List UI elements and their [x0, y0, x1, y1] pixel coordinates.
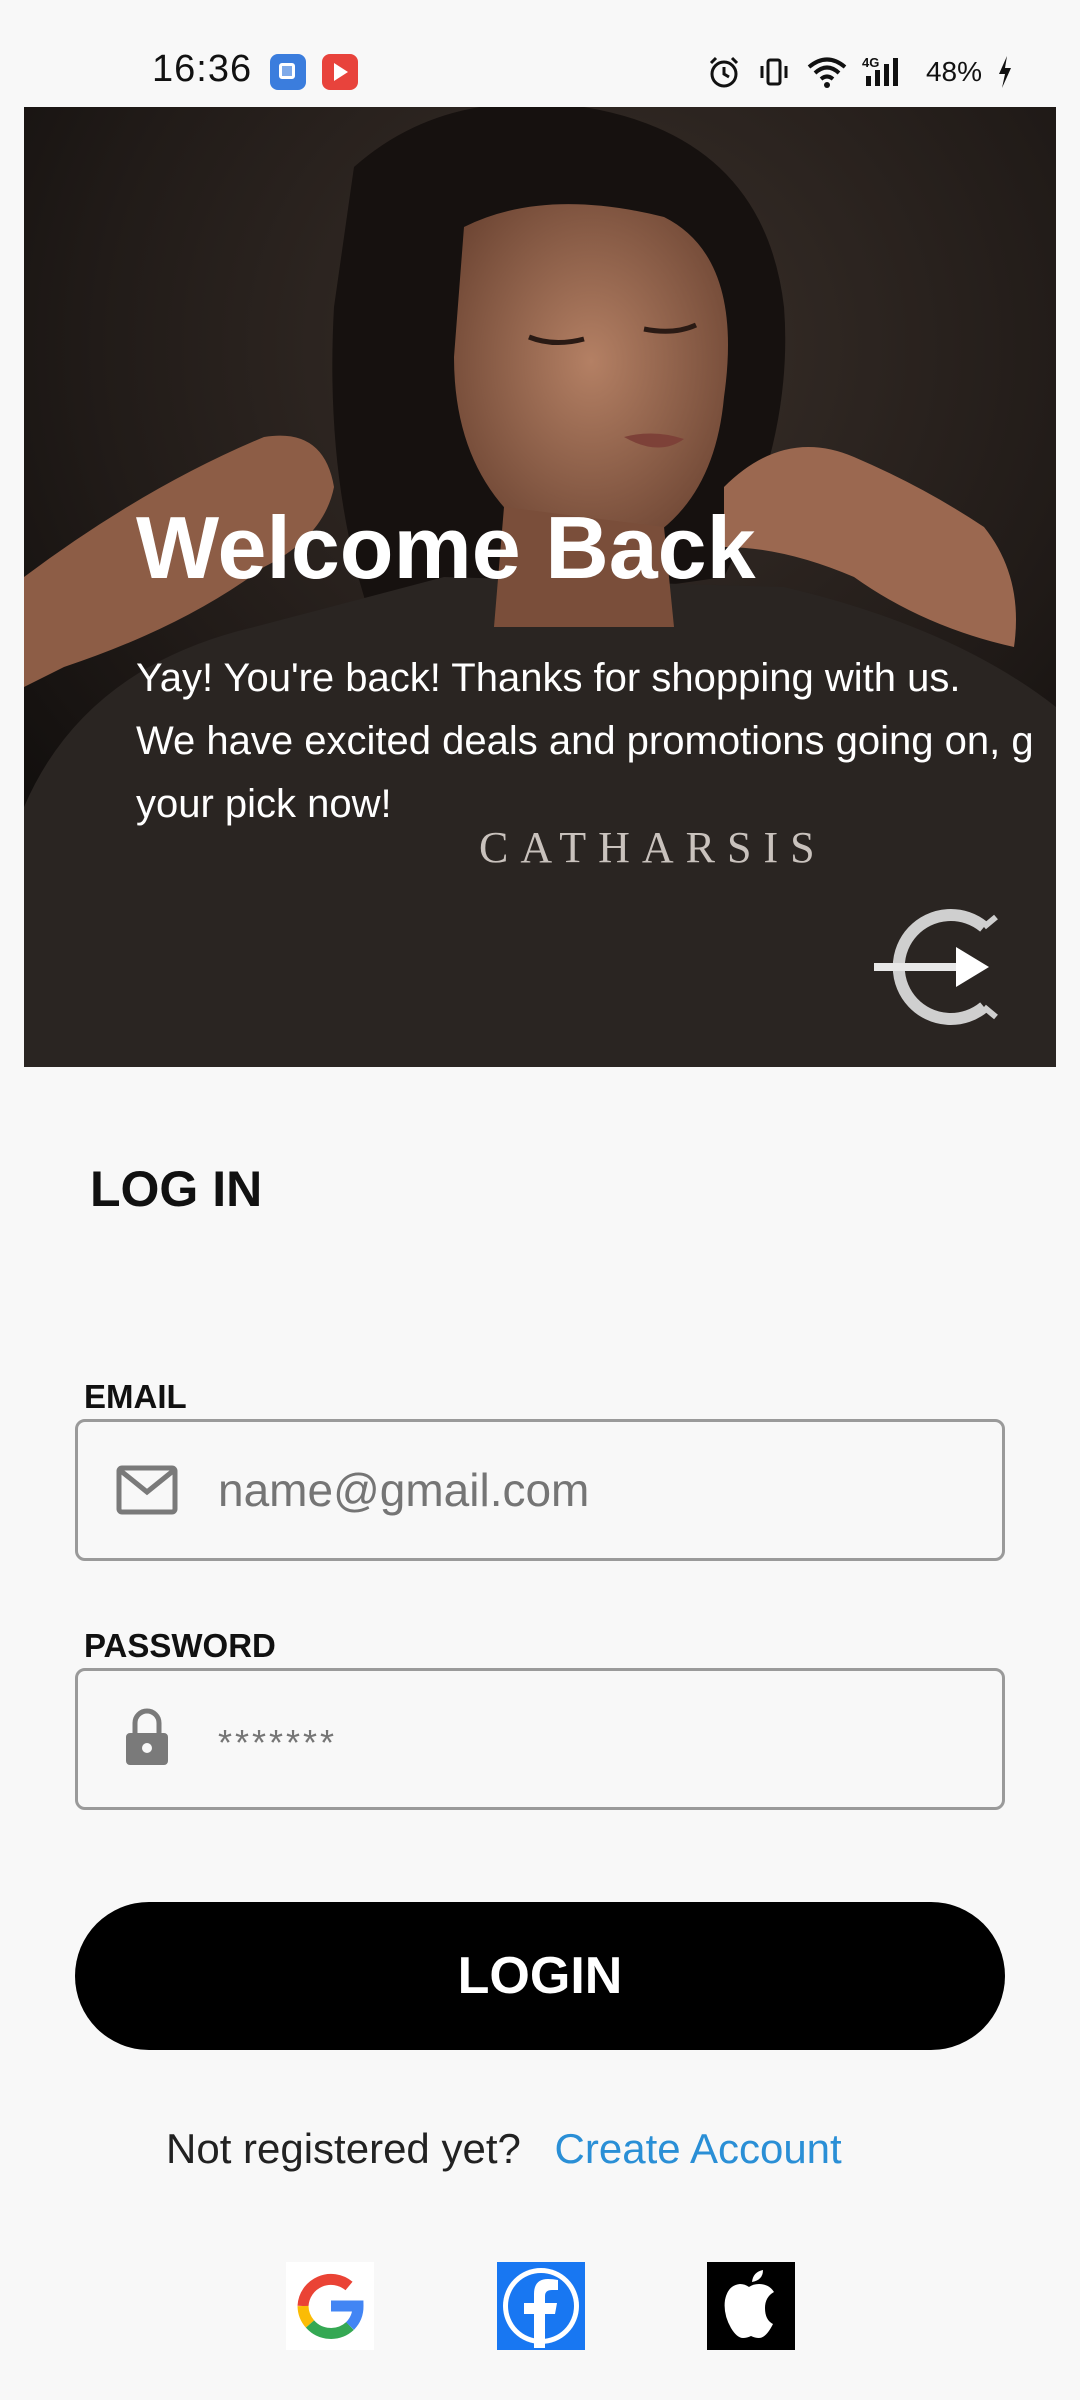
status-bar: 16:36 4G 48% — [0, 0, 1080, 104]
welcome-message-line-1: Yay! You're back! Thanks for shopping wi… — [136, 656, 961, 700]
login-button[interactable]: LOGIN — [75, 1902, 1005, 2050]
mail-icon — [116, 1465, 178, 1515]
charging-icon — [999, 56, 1011, 88]
welcome-message-line-2: We have excited deals and promotions goi… — [136, 719, 1034, 763]
status-indicators: 4G 48% — [706, 50, 1014, 94]
facebook-icon — [497, 2262, 585, 2350]
welcome-title: Welcome Back — [136, 498, 756, 597]
lock-icon — [126, 1708, 168, 1765]
apple-icon — [707, 2262, 795, 2350]
password-label: PASSWORD — [84, 1627, 276, 1664]
wifi-icon — [807, 57, 847, 88]
hero-banner: Welcome Back Yay! You're back! Thanks fo… — [24, 107, 1056, 1067]
apple-login-button[interactable] — [707, 2262, 795, 2350]
signup-prompt-text: Not registered yet? — [166, 2125, 521, 2172]
email-label: EMAIL — [84, 1378, 187, 1415]
signup-prompt-row: Not registered yet? Create Account — [166, 2125, 842, 2173]
email-field[interactable] — [75, 1419, 1005, 1561]
brand-wordmark: CATHARSIS — [479, 823, 827, 872]
brand-logo-icon — [874, 909, 998, 1025]
svg-text:4G: 4G — [862, 55, 879, 70]
battery-percentage: 48% — [925, 56, 982, 87]
vibrate-icon — [760, 58, 788, 86]
video-app-notification-icon — [322, 54, 358, 90]
facebook-login-button[interactable] — [497, 2262, 585, 2350]
google-login-button[interactable] — [286, 2262, 374, 2350]
create-account-link[interactable]: Create Account — [555, 2125, 842, 2172]
email-input[interactable] — [218, 1422, 978, 1558]
app-notification-icon — [270, 54, 306, 90]
welcome-message: Yay! You're back! Thanks for shopping wi… — [136, 647, 1056, 836]
password-field[interactable] — [75, 1668, 1005, 1810]
google-icon — [286, 2262, 374, 2350]
login-heading: LOG IN — [90, 1161, 263, 1217]
status-time: 16:36 — [152, 48, 253, 90]
password-input[interactable] — [218, 1671, 978, 1807]
alarm-icon — [709, 56, 739, 88]
cellular-signal-icon: 4G — [862, 55, 898, 86]
